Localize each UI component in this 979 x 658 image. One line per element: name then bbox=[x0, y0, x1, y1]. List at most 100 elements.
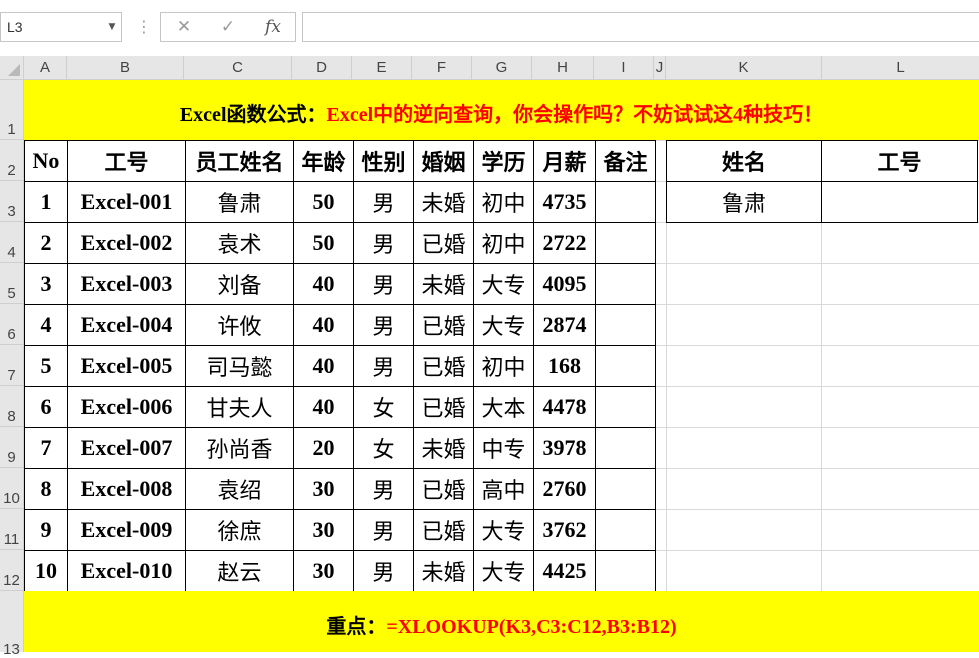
cell[interactable] bbox=[595, 263, 656, 305]
cell[interactable]: 2722 bbox=[533, 222, 596, 264]
cell[interactable]: 40 bbox=[293, 345, 354, 387]
cell[interactable]: Excel-008 bbox=[67, 468, 186, 510]
cell[interactable]: 已婚 bbox=[413, 386, 474, 428]
row-header[interactable]: 8 bbox=[0, 386, 24, 427]
cell[interactable]: 已婚 bbox=[413, 304, 474, 346]
check-icon[interactable]: ✓ bbox=[211, 13, 245, 41]
cell[interactable] bbox=[595, 468, 656, 510]
cell[interactable]: 鲁肃 bbox=[185, 181, 294, 223]
cell[interactable] bbox=[595, 509, 656, 551]
cell[interactable]: 9 bbox=[24, 509, 68, 551]
cell[interactable]: 女 bbox=[353, 427, 414, 469]
cell[interactable]: 大专 bbox=[473, 304, 534, 346]
cell[interactable]: 30 bbox=[293, 468, 354, 510]
lookup-result-cell[interactable] bbox=[821, 181, 978, 223]
cell[interactable]: 未婚 bbox=[413, 263, 474, 305]
header-cell[interactable]: 学历 bbox=[473, 140, 534, 182]
header-cell[interactable]: 年龄 bbox=[293, 140, 354, 182]
cell[interactable]: 袁绍 bbox=[185, 468, 294, 510]
cell[interactable]: 高中 bbox=[473, 468, 534, 510]
cell[interactable]: 许攸 bbox=[185, 304, 294, 346]
row-header[interactable]: 11 bbox=[0, 509, 24, 550]
cell[interactable]: 男 bbox=[353, 222, 414, 264]
cell[interactable]: 2874 bbox=[533, 304, 596, 346]
cancel-icon[interactable]: ✕ bbox=[167, 13, 201, 41]
cell[interactable]: 1 bbox=[24, 181, 68, 223]
row-header[interactable]: 5 bbox=[0, 263, 24, 304]
cell[interactable]: 40 bbox=[293, 386, 354, 428]
header-cell[interactable]: 备注 bbox=[595, 140, 656, 182]
cell[interactable] bbox=[595, 222, 656, 264]
cell[interactable]: Excel-010 bbox=[67, 550, 186, 592]
cell[interactable] bbox=[595, 427, 656, 469]
column-header[interactable]: D bbox=[292, 56, 352, 80]
cell[interactable]: 20 bbox=[293, 427, 354, 469]
cell[interactable] bbox=[595, 386, 656, 428]
cell[interactable]: 男 bbox=[353, 181, 414, 223]
formula-banner[interactable]: 重点：=XLOOKUP(K3,C3:C12,B3:B12) bbox=[24, 591, 979, 652]
row-header[interactable]: 4 bbox=[0, 222, 24, 263]
column-header[interactable]: I bbox=[594, 56, 654, 80]
worksheet[interactable]: Excel函数公式：Excel中的逆向查询，你会操作吗？不妨试试这4种技巧！ N… bbox=[24, 80, 979, 652]
cell[interactable]: 初中 bbox=[473, 345, 534, 387]
cell[interactable]: 司马懿 bbox=[185, 345, 294, 387]
cell[interactable] bbox=[595, 550, 656, 592]
cell[interactable]: Excel-004 bbox=[67, 304, 186, 346]
cell[interactable]: Excel-001 bbox=[67, 181, 186, 223]
cell[interactable]: 2760 bbox=[533, 468, 596, 510]
header-cell[interactable]: 工号 bbox=[821, 140, 978, 182]
cell[interactable]: 4735 bbox=[533, 181, 596, 223]
cell[interactable]: 赵云 bbox=[185, 550, 294, 592]
cell[interactable]: 男 bbox=[353, 509, 414, 551]
cell[interactable]: 3978 bbox=[533, 427, 596, 469]
column-header[interactable]: K bbox=[666, 56, 822, 80]
cell[interactable]: 初中 bbox=[473, 222, 534, 264]
select-all-button[interactable] bbox=[0, 56, 24, 80]
cell[interactable]: 4 bbox=[24, 304, 68, 346]
cell[interactable]: 50 bbox=[293, 181, 354, 223]
cell[interactable]: 50 bbox=[293, 222, 354, 264]
row-header[interactable]: 10 bbox=[0, 468, 24, 509]
cell[interactable]: 4425 bbox=[533, 550, 596, 592]
cell[interactable]: 大专 bbox=[473, 550, 534, 592]
cell[interactable]: 10 bbox=[24, 550, 68, 592]
header-cell[interactable]: 月薪 bbox=[533, 140, 596, 182]
column-header[interactable]: H bbox=[532, 56, 594, 80]
cell[interactable]: 孙尚香 bbox=[185, 427, 294, 469]
header-cell[interactable]: 员工姓名 bbox=[185, 140, 294, 182]
cell[interactable]: 已婚 bbox=[413, 509, 474, 551]
column-header[interactable]: L bbox=[822, 56, 979, 80]
cell[interactable]: 刘备 bbox=[185, 263, 294, 305]
cell[interactable]: 3 bbox=[24, 263, 68, 305]
lookup-name-cell[interactable]: 鲁肃 bbox=[666, 181, 822, 223]
title-banner[interactable]: Excel函数公式：Excel中的逆向查询，你会操作吗？不妨试试这4种技巧！ bbox=[24, 80, 979, 140]
cell[interactable]: 大专 bbox=[473, 263, 534, 305]
cell[interactable]: 40 bbox=[293, 263, 354, 305]
row-header[interactable]: 13 bbox=[0, 591, 24, 658]
cell[interactable]: 大本 bbox=[473, 386, 534, 428]
cell[interactable]: 甘夫人 bbox=[185, 386, 294, 428]
column-header[interactable]: G bbox=[472, 56, 532, 80]
row-header[interactable]: 6 bbox=[0, 304, 24, 345]
column-header[interactable]: J bbox=[654, 56, 666, 80]
cell[interactable] bbox=[595, 345, 656, 387]
cell[interactable]: Excel-003 bbox=[67, 263, 186, 305]
cell[interactable]: 男 bbox=[353, 345, 414, 387]
insert-function-icon[interactable]: fx bbox=[256, 13, 290, 41]
cell[interactable]: 徐庶 bbox=[185, 509, 294, 551]
column-header[interactable]: C bbox=[184, 56, 292, 80]
cell[interactable]: 男 bbox=[353, 304, 414, 346]
cell[interactable]: 30 bbox=[293, 550, 354, 592]
cell[interactable]: 男 bbox=[353, 468, 414, 510]
chevron-down-icon[interactable]: ▼ bbox=[103, 12, 121, 42]
cell[interactable]: 已婚 bbox=[413, 468, 474, 510]
cell[interactable]: Excel-005 bbox=[67, 345, 186, 387]
cell[interactable]: 168 bbox=[533, 345, 596, 387]
cell[interactable]: 未婚 bbox=[413, 181, 474, 223]
cell[interactable]: Excel-009 bbox=[67, 509, 186, 551]
row-header[interactable]: 2 bbox=[0, 140, 24, 181]
formula-input[interactable] bbox=[302, 12, 979, 42]
column-header[interactable]: B bbox=[67, 56, 184, 80]
cell[interactable]: Excel-002 bbox=[67, 222, 186, 264]
cell[interactable] bbox=[595, 181, 656, 223]
